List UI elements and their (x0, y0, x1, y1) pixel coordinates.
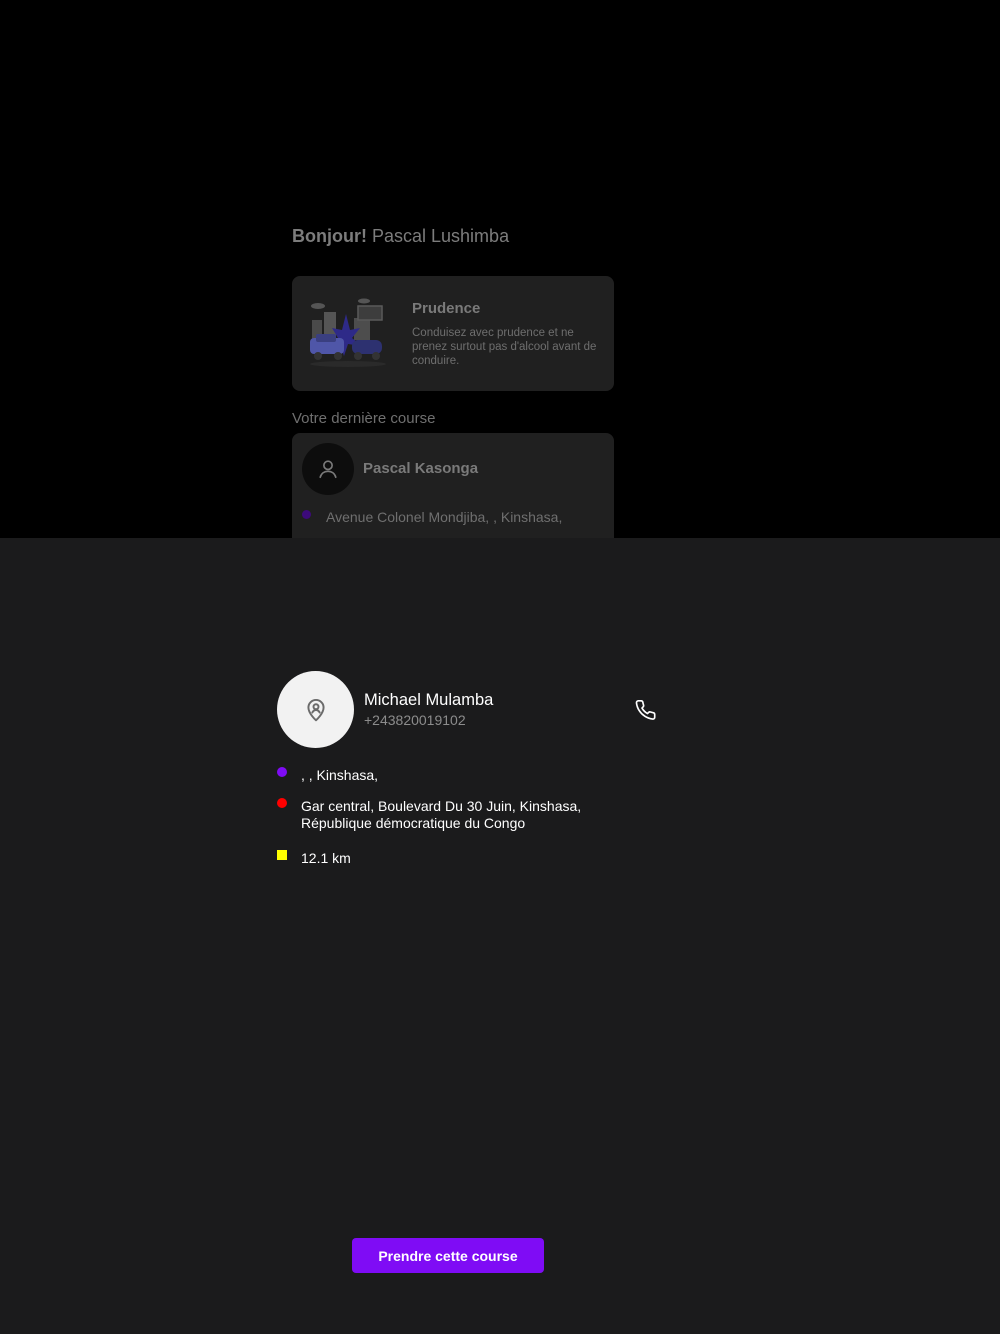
distance-value: 12.1 km (301, 850, 351, 866)
location-person-icon (306, 698, 325, 721)
pickup-dot-icon (302, 510, 311, 519)
client-avatar (277, 671, 354, 748)
destination-address: Gar central, Boulevard Du 30 Juin, Kinsh… (301, 798, 621, 831)
screen: Bonjour! Pascal Lushimba Prudence Condui… (0, 0, 1000, 1334)
background-home-page: Bonjour! Pascal Lushimba Prudence Condui… (0, 0, 1000, 538)
greeting-prefix: Bonjour! (292, 226, 367, 246)
pickup-dot-icon (277, 767, 287, 777)
last-ride-card[interactable]: Pascal Kasonga Avenue Colonel Mondjiba, … (292, 433, 614, 538)
greeting-user-name: Pascal Lushimba (372, 226, 510, 246)
destination-address-line1: Gar central, Boulevard Du 30 Juin, Kinsh… (301, 798, 582, 814)
last-ride-driver-name: Pascal Kasonga (363, 460, 479, 477)
driver-avatar (302, 443, 354, 495)
safety-tip-card: Prudence Conduisez avec prudence et ne p… (292, 276, 614, 391)
call-button[interactable] (632, 696, 660, 724)
last-ride-address: Avenue Colonel Mondjiba, , Kinshasa, (326, 509, 563, 525)
pickup-address: , , Kinshasa, (301, 767, 379, 783)
client-phone: +243820019102 (364, 712, 466, 728)
client-name: Michael Mulamba (364, 691, 494, 709)
phone-icon (635, 700, 656, 720)
car-crash-illustration (310, 298, 386, 367)
greeting: Bonjour! Pascal Lushimba (292, 226, 509, 247)
distance-square-icon (277, 850, 287, 860)
person-icon (319, 460, 337, 479)
destination-address-line2: République démocratique du Congo (301, 814, 526, 831)
tip-title: Prudence (412, 300, 481, 317)
tip-text: Conduisez avec prudence et ne prenez sur… (412, 327, 597, 367)
destination-dot-icon (277, 798, 287, 808)
ride-request-sheet: Michael Mulamba +243820019102 , , Kinsha… (0, 538, 1000, 1334)
last-ride-heading: Votre dernière course (292, 410, 436, 427)
take-ride-button[interactable]: Prendre cette course (352, 1238, 544, 1273)
